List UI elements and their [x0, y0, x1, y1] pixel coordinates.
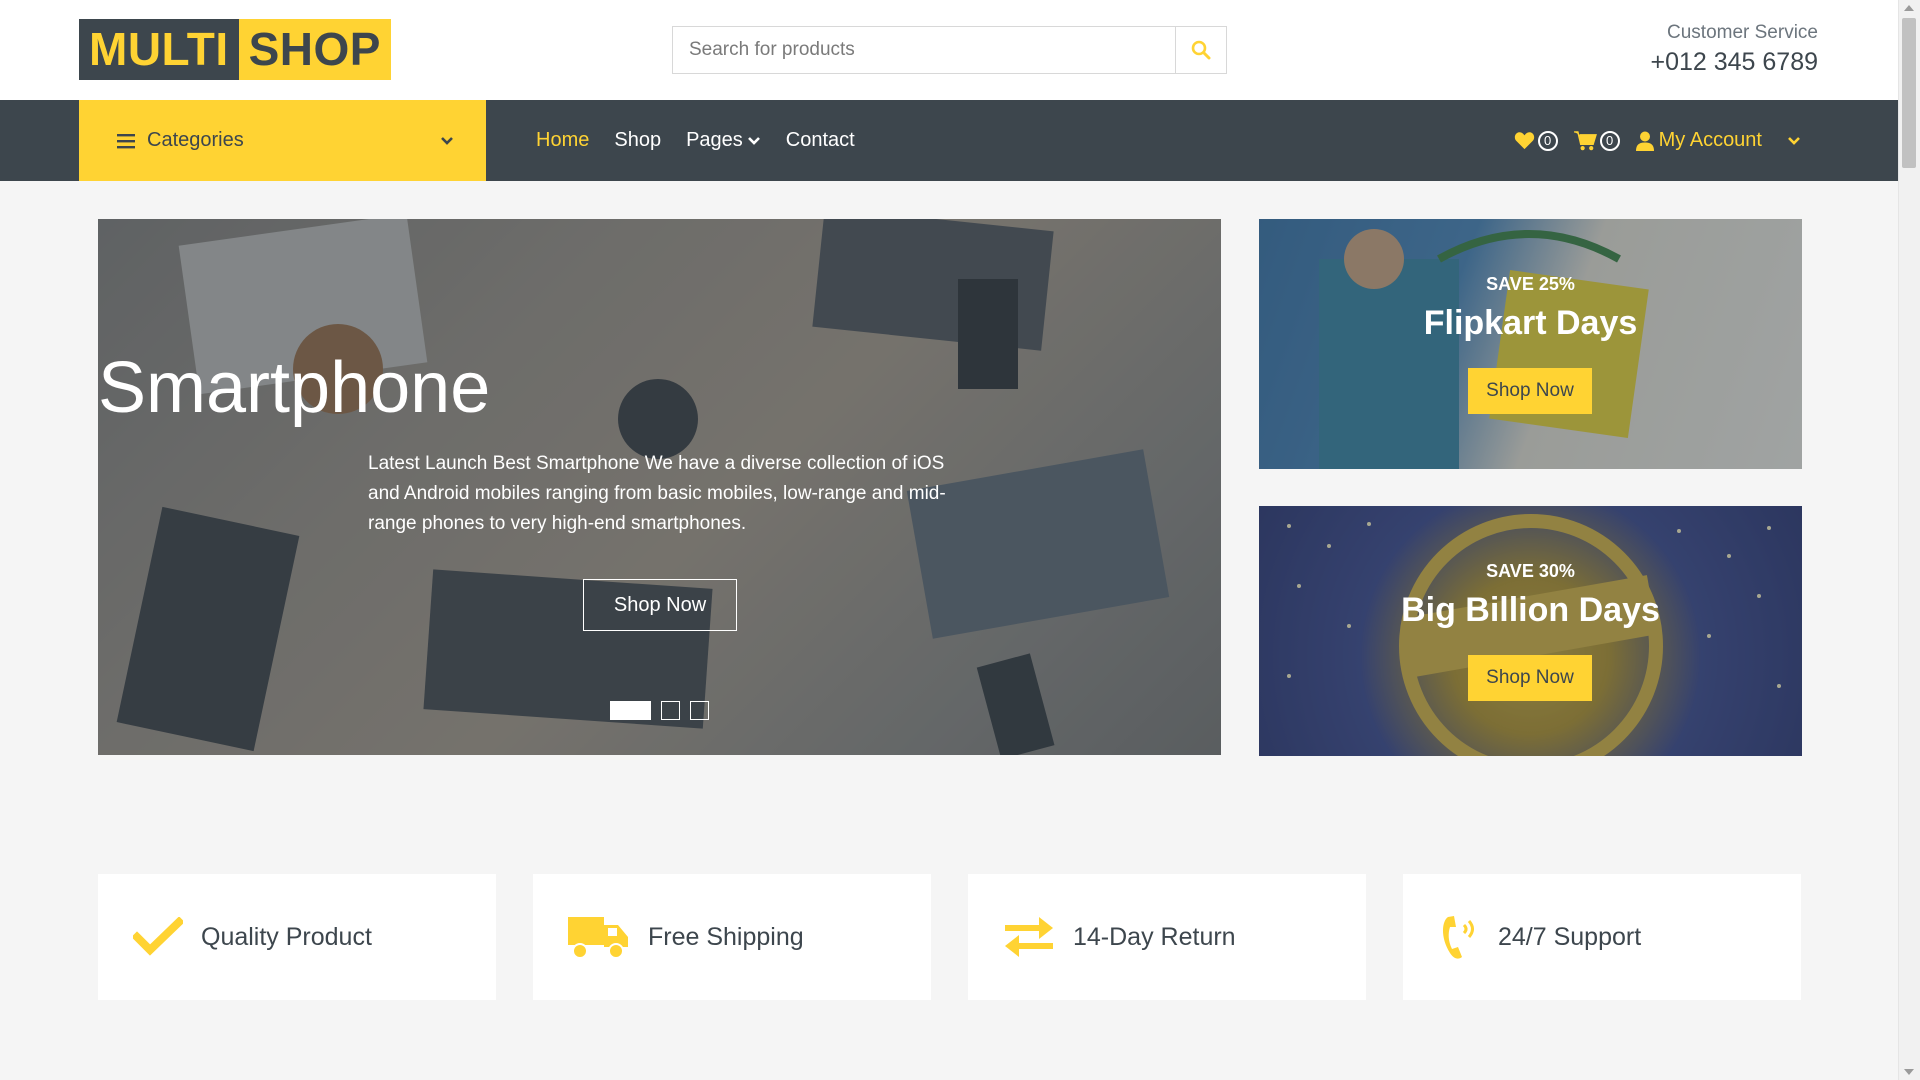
carousel-indicators [610, 701, 719, 720]
offer-overlay [1259, 219, 1802, 469]
user-icon [1635, 131, 1654, 151]
offer-title: Flipkart Days [1423, 304, 1638, 342]
check-icon [133, 917, 183, 956]
offer-shop-now-button[interactable]: Shop Now [1468, 655, 1592, 701]
feature-free-shipping: Free Shipping [533, 874, 931, 1000]
nav-actions: 0 0 My Account [1498, 100, 1801, 181]
feature-14-day-return: 14-Day Return [968, 874, 1366, 1000]
shipping-icon [568, 917, 628, 959]
search-icon [1191, 40, 1211, 60]
categories-toggle[interactable]: Categories [79, 100, 486, 181]
search-button[interactable] [1175, 27, 1226, 73]
search-form [672, 26, 1227, 74]
customer-service-phone: +012 345 6789 [1650, 48, 1818, 76]
top-header: MULTI SHOP Customer Service +012 345 678… [0, 0, 1898, 100]
scroll-down-arrow[interactable] [1904, 1069, 1914, 1075]
chevron-down-icon [1788, 136, 1800, 145]
main-menu: Home Shop Pages Contact [536, 100, 880, 181]
chevron-down-icon [441, 136, 453, 145]
cart-button[interactable]: 0 [1573, 130, 1620, 151]
hero-shop-now-button[interactable]: Shop Now [583, 579, 737, 631]
bars-icon [117, 133, 135, 148]
carousel-indicator-3[interactable] [690, 701, 709, 720]
logo-part-multi: MULTI [79, 19, 239, 80]
offer-title: Big Billion Days [1401, 591, 1660, 629]
cart-count: 0 [1599, 130, 1620, 151]
feature-quality-product: Quality Product [98, 874, 496, 1000]
nav-pages[interactable]: Pages [686, 129, 761, 152]
logo-part-shop: SHOP [238, 19, 391, 80]
offer-shop-now-button[interactable]: Shop Now [1468, 368, 1592, 414]
wishlist-button[interactable]: 0 [1514, 130, 1558, 151]
feature-label: 24/7 Support [1498, 922, 1642, 951]
main-navbar: Categories Home Shop Pages Contact 0 0 M… [0, 100, 1898, 181]
my-account-button[interactable]: My Account [1635, 129, 1801, 152]
offer-save-text: SAVE 30% [1486, 561, 1575, 581]
offer-banner-big-billion: SAVE 30% Big Billion Days Shop Now [1259, 506, 1802, 756]
scrollbar-thumb[interactable] [1902, 18, 1916, 168]
carousel-indicator-2[interactable] [661, 701, 680, 720]
carousel-indicator-1[interactable] [610, 701, 651, 720]
page-scrollbar[interactable] [1898, 0, 1920, 1080]
feature-24-7-support: 24/7 Support [1403, 874, 1801, 1000]
hero-title: Smartphone [98, 348, 491, 428]
chevron-down-icon [747, 136, 760, 145]
hero-description: Latest Launch Best Smartphone We have a … [368, 453, 946, 534]
customer-service-label: Customer Service [1667, 22, 1818, 43]
nav-shop[interactable]: Shop [614, 129, 661, 152]
cart-icon [1573, 130, 1597, 150]
exchange-icon [1005, 917, 1053, 957]
nav-home[interactable]: Home [536, 129, 589, 152]
feature-label: Free Shipping [648, 922, 804, 951]
search-input[interactable] [673, 27, 1175, 73]
feature-label: Quality Product [201, 922, 372, 951]
categories-label: Categories [147, 129, 244, 151]
scroll-up-arrow[interactable] [1904, 5, 1914, 11]
offer-overlay [1259, 506, 1802, 756]
hero-carousel: Smartphone Latest Launch Best Smartphone… [98, 219, 1221, 755]
nav-pages-label: Pages [686, 129, 743, 151]
site-logo[interactable]: MULTI SHOP [79, 19, 391, 80]
offer-save-text: SAVE 25% [1486, 274, 1575, 294]
feature-label: 14-Day Return [1073, 922, 1236, 951]
phone-volume-icon [1443, 916, 1474, 959]
heart-icon [1514, 132, 1534, 150]
wishlist-count: 0 [1537, 130, 1558, 151]
my-account-label: My Account [1658, 129, 1762, 151]
nav-contact[interactable]: Contact [786, 129, 855, 152]
offer-banner-flipkart: SAVE 25% Flipkart Days Shop Now [1259, 219, 1802, 469]
customer-service: Customer Service +012 345 6789 [1650, 22, 1818, 77]
